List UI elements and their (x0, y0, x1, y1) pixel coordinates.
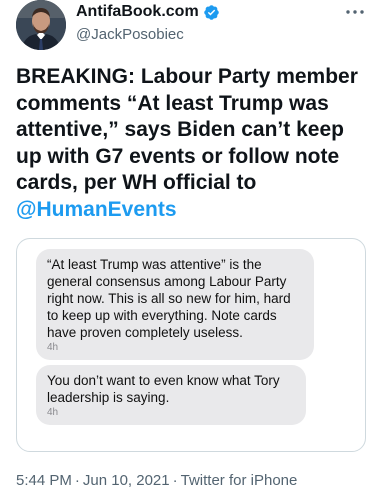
more-icon[interactable] (344, 4, 366, 20)
message-bubble: You don’t want to even know what Tory le… (36, 365, 306, 425)
verified-badge-icon (203, 4, 220, 21)
message-time: 4h (47, 407, 59, 418)
tweet-text: BREAKING: Labour Party member comments “… (16, 64, 372, 223)
avatar[interactable] (16, 0, 66, 50)
tweet-date[interactable]: Jun 10, 2021 (83, 472, 170, 489)
tweet-body: BREAKING: Labour Party member comments “… (16, 65, 358, 194)
tweet-source[interactable]: Twitter for iPhone (181, 472, 298, 489)
tweet-header: AntifaBook.com @JackPosobiec (16, 0, 366, 56)
tweet-time[interactable]: 5:44 PM (16, 472, 72, 489)
profile-photo (16, 0, 66, 50)
author-name[interactable]: AntifaBook.com (76, 3, 199, 21)
tweet-meta: 5:44 PM · Jun 10, 2021 · Twitter for iPhone (16, 472, 297, 489)
author-handle[interactable]: @JackPosobiec (76, 26, 184, 43)
mention-link[interactable]: @HumanEvents (16, 198, 177, 221)
separator: · (172, 472, 178, 489)
message-text: You don’t want to even know what Tory le… (47, 373, 280, 405)
tweet-image[interactable]: “At least Trump was attentive” is the ge… (16, 238, 366, 452)
message-time: 4h (47, 342, 59, 353)
name-row: AntifaBook.com (76, 3, 220, 21)
message-text: “At least Trump was attentive” is the ge… (47, 257, 291, 340)
separator: · (74, 472, 80, 489)
message-bubble: “At least Trump was attentive” is the ge… (36, 249, 314, 360)
